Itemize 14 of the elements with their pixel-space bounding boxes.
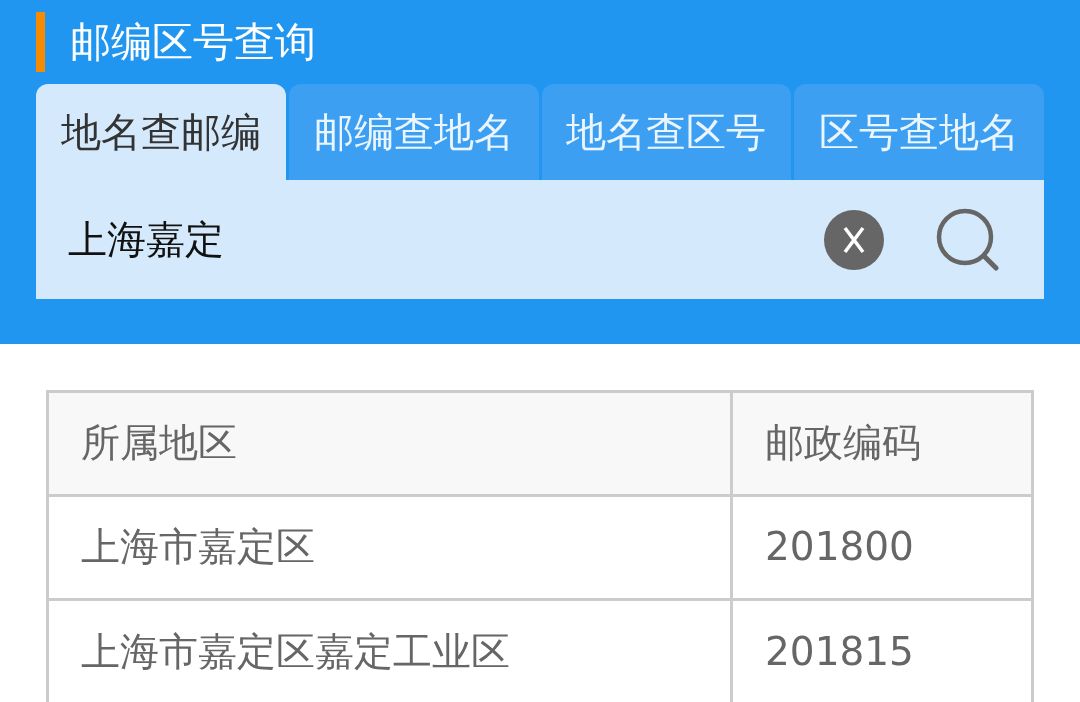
title-accent-bar: [36, 12, 45, 72]
page-title: 邮编区号查询: [70, 17, 316, 68]
table-cell: 上海市嘉定区嘉定工业区: [47, 599, 732, 702]
column-header: 所属地区: [47, 391, 732, 496]
search-bar[interactable]: 上海嘉定: [36, 180, 1044, 299]
search-button[interactable]: [936, 207, 1000, 272]
table-cell: 201800: [731, 495, 1033, 600]
tab[interactable]: 地名查邮编: [36, 84, 286, 180]
clear-button[interactable]: [824, 209, 884, 270]
column-header: 邮政编码: [731, 391, 1033, 496]
search-field[interactable]: 上海嘉定: [68, 204, 824, 275]
clear-icon: [824, 209, 884, 270]
search-icon: [936, 207, 1000, 272]
table-cell: 上海市嘉定区: [47, 495, 732, 600]
